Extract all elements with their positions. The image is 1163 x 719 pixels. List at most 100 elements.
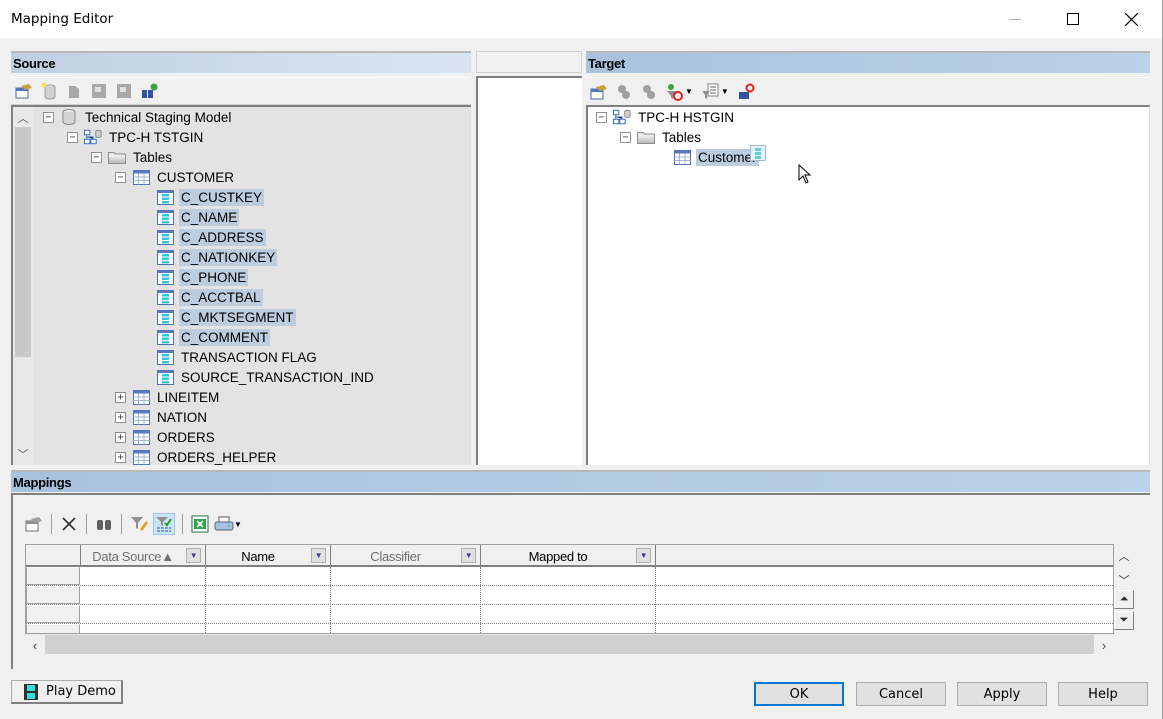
- expand-icon[interactable]: +: [115, 411, 126, 423]
- tree-node[interactable]: + ORDERS_HELPER: [115, 447, 278, 465]
- filter-dropdown-icon[interactable]: ▼: [636, 548, 651, 563]
- collapse-icon[interactable]: −: [91, 151, 102, 163]
- mappings-grid[interactable]: Data Source▲ ▼ Name ▼ Classifier ▼ Mappe…: [25, 544, 1114, 634]
- expand-icon[interactable]: +: [115, 431, 126, 443]
- column-header-mapped-to[interactable]: Mapped to ▼: [481, 545, 656, 567]
- play-demo-button[interactable]: Play Demo: [11, 680, 123, 704]
- chevron-down-icon[interactable]: ▼: [721, 87, 729, 96]
- edit-filter-icon[interactable]: [129, 514, 149, 534]
- table-icon: [132, 389, 150, 405]
- chevron-down-icon[interactable]: ▼: [234, 520, 242, 529]
- scroll-down-arrow[interactable]: ﹀: [1114, 570, 1134, 589]
- expand-icon[interactable]: +: [115, 391, 126, 403]
- minimize-button[interactable]: [986, 0, 1044, 38]
- collapse-icon[interactable]: −: [43, 111, 54, 123]
- scroll-right-arrow[interactable]: ›: [1094, 635, 1114, 655]
- help-button[interactable]: Help: [1058, 682, 1148, 706]
- column-icon: [156, 309, 174, 325]
- tree-node[interactable]: C_ADDRESS: [139, 227, 266, 247]
- find-target-icon[interactable]: [736, 82, 756, 102]
- tree-node[interactable]: + LINEITEM: [115, 387, 221, 407]
- close-button[interactable]: [1102, 0, 1160, 38]
- filter-dropdown-icon[interactable]: ▼: [461, 548, 476, 563]
- print-icon[interactable]: [214, 514, 234, 534]
- tree-node[interactable]: C_CUSTKEY: [139, 187, 265, 207]
- properties-icon[interactable]: [14, 81, 34, 101]
- tree-node[interactable]: − Technical Staging Model: [43, 107, 233, 127]
- maximize-button[interactable]: [1044, 0, 1102, 38]
- properties-icon[interactable]: [24, 514, 44, 534]
- toolbar-separator: [182, 514, 183, 534]
- tree-node[interactable]: C_PHONE: [139, 267, 249, 287]
- link-area: [476, 76, 582, 465]
- tree-node[interactable]: − Tables: [620, 127, 703, 147]
- tree-node-label: TRANSACTION FLAG: [181, 349, 317, 365]
- target-header: Target: [586, 51, 1150, 73]
- tree-node[interactable]: C_NATIONKEY: [139, 247, 278, 267]
- delete-icon[interactable]: [59, 514, 79, 534]
- scroll-to-bottom-button[interactable]: ⏷: [1114, 611, 1134, 630]
- tree-node[interactable]: C_NAME: [139, 207, 240, 227]
- mappings-horizontal-scrollbar[interactable]: ‹ ›: [25, 634, 1114, 655]
- tree-node[interactable]: C_MKTSEGMENT: [139, 307, 296, 327]
- scroll-thumb[interactable]: [15, 127, 31, 357]
- mappings-toolbar: ▼: [24, 510, 244, 538]
- filter-dropdown-icon[interactable]: ▼: [186, 548, 201, 563]
- tree-node-label: C_PHONE: [179, 268, 249, 286]
- table-row[interactable]: [26, 624, 1113, 633]
- tree-node[interactable]: TRANSACTION FLAG: [139, 347, 319, 367]
- tree-node[interactable]: − Tables: [91, 147, 174, 167]
- tree-node[interactable]: SOURCE_TRANSACTION_IND: [139, 367, 376, 387]
- find-icon[interactable]: [94, 514, 114, 534]
- scroll-left-arrow[interactable]: ‹: [25, 635, 45, 655]
- find-icon[interactable]: [139, 81, 159, 101]
- title-bar: Mapping Editor: [0, 0, 1162, 38]
- tree-node[interactable]: C_ACCTBAL: [139, 287, 263, 307]
- source-tree[interactable]: ︿ ﹀ − Technical Staging Model − TPC-H TSTGI…: [11, 105, 471, 465]
- source-tree-scrollbar[interactable]: ︿ ﹀: [13, 107, 33, 465]
- grid-header: Data Source▲ ▼ Name ▼ Classifier ▼ Mappe…: [26, 545, 1113, 567]
- chevron-down-icon[interactable]: ▼: [685, 87, 693, 96]
- tree-node[interactable]: Customer: [656, 147, 759, 167]
- mappings-vertical-scrollbar[interactable]: ︿ ﹀ ⏶ ⏷: [1114, 544, 1135, 654]
- filter-target-icon[interactable]: [664, 82, 684, 102]
- tree-node-label: ORDERS: [157, 429, 215, 445]
- collapse-icon[interactable]: −: [596, 111, 607, 123]
- row-header[interactable]: [26, 624, 80, 633]
- column-header-name[interactable]: Name ▼: [206, 545, 331, 567]
- tree-node[interactable]: − CUSTOMER: [115, 167, 236, 187]
- row-header[interactable]: [26, 586, 80, 604]
- new-model-icon[interactable]: [39, 81, 59, 101]
- ok-button[interactable]: OK: [754, 682, 844, 706]
- apply-filter-icon[interactable]: [153, 513, 175, 535]
- collapse-icon[interactable]: −: [67, 131, 78, 143]
- filter-list-icon[interactable]: [700, 82, 720, 102]
- link-header: [476, 51, 582, 73]
- table-row[interactable]: [26, 605, 1113, 624]
- scroll-up-arrow[interactable]: ︿: [1114, 546, 1134, 565]
- tree-node[interactable]: C_COMMENT: [139, 327, 270, 347]
- table-row[interactable]: [26, 567, 1113, 586]
- row-header[interactable]: [26, 605, 80, 623]
- filter-dropdown-icon[interactable]: ▼: [311, 548, 326, 563]
- scroll-down-arrow[interactable]: ﹀: [13, 445, 33, 463]
- expand-icon[interactable]: +: [115, 451, 126, 463]
- row-header[interactable]: [26, 567, 80, 585]
- excel-export-icon[interactable]: [190, 514, 210, 534]
- mappings-header: Mappings: [11, 470, 1150, 492]
- tree-node[interactable]: − TPC-H TSTGIN: [67, 127, 205, 147]
- tree-node[interactable]: + NATION: [115, 407, 209, 427]
- apply-button[interactable]: Apply: [957, 682, 1047, 706]
- collapse-icon[interactable]: −: [620, 131, 631, 143]
- collapse-icon[interactable]: −: [115, 171, 126, 183]
- tree-node[interactable]: + ORDERS: [115, 427, 217, 447]
- table-row[interactable]: [26, 586, 1113, 605]
- scroll-to-top-button[interactable]: ⏶: [1114, 590, 1134, 609]
- properties-icon[interactable]: [589, 82, 609, 102]
- target-tree[interactable]: − TPC-H HSTGIN − Tables Customer: [586, 105, 1150, 465]
- column-header-classifier[interactable]: Classifier ▼: [331, 545, 481, 567]
- tree-node[interactable]: − TPC-H HSTGIN: [596, 107, 736, 127]
- column-header-data-source[interactable]: Data Source▲ ▼: [81, 545, 206, 567]
- scroll-up-arrow[interactable]: ︿: [13, 109, 33, 127]
- cancel-button[interactable]: Cancel: [856, 682, 946, 706]
